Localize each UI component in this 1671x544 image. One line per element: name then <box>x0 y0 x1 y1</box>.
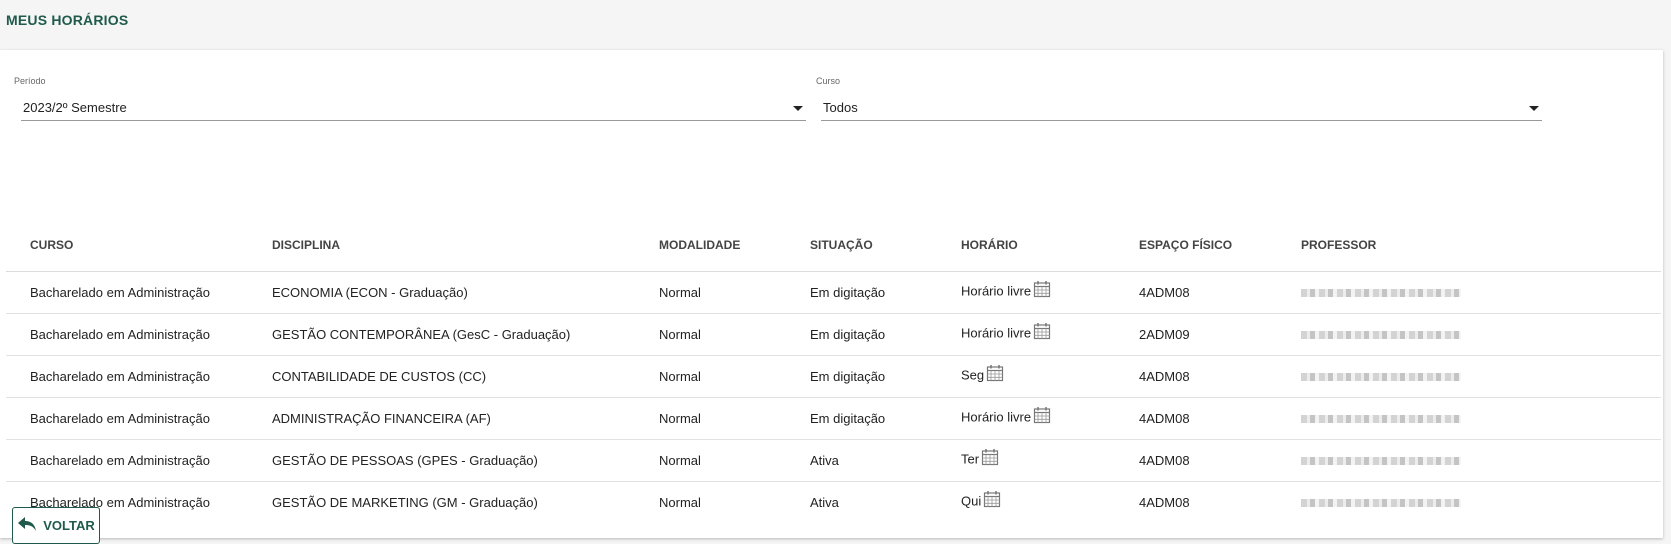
table-row: Bacharelado em Administração ECONOMIA (EC… <box>6 271 1661 314</box>
cell-disciplina: GESTÃO CONTEMPORÂNEA (GesC - Graduação) <box>248 313 635 356</box>
cell-professor <box>1277 271 1661 314</box>
calendar-icon[interactable] <box>1033 322 1051 343</box>
cell-modalidade: Normal <box>635 397 786 440</box>
cell-modalidade: Normal <box>635 271 786 314</box>
cell-espaco-fisico: 4ADM08 <box>1115 397 1277 440</box>
horario-text: Ter <box>961 451 980 467</box>
cell-curso: Bacharelado em Administração <box>6 313 248 356</box>
cell-situacao: Em digitação <box>786 313 937 356</box>
cell-professor <box>1277 439 1661 482</box>
cell-espaco-fisico: 4ADM08 <box>1139 494 1190 510</box>
cell-disciplina: GESTÃO DE MARKETING (GM - Graduação) <box>272 494 538 510</box>
cell-horario: Horário livre <box>937 313 1115 356</box>
table-row: Bacharelado em Administração ADMINISTRAÇÃ… <box>6 397 1661 440</box>
undo-arrow-icon <box>17 516 37 535</box>
cell-modalidade: Normal <box>659 494 701 510</box>
cell-espaco-fisico: 4ADM08 <box>1115 439 1277 482</box>
schedule-card: Período 2023/2º Semestre Curso Todos CUR… <box>0 50 1663 544</box>
curso-field[interactable]: Curso Todos <box>816 76 1542 121</box>
caret-down-icon[interactable] <box>793 106 803 111</box>
calendar-icon[interactable] <box>981 448 999 469</box>
cell-disciplina: CONTABILIDADE DE CUSTOS (CC) <box>248 355 635 398</box>
cell-professor <box>1277 481 1661 523</box>
cell-modalidade: Normal <box>635 355 786 398</box>
page-title: MEUS HORÁRIOS <box>6 12 129 28</box>
cell-curso: Bacharelado em Administração <box>6 355 248 398</box>
header-modalidade: MODALIDADE <box>635 219 786 272</box>
cell-situacao: Em digitação <box>786 271 937 314</box>
cell-espaco-fisico: 4ADM08 <box>1115 271 1277 314</box>
curso-value: Todos <box>823 100 858 115</box>
header-disciplina: DISCIPLINA <box>248 219 635 272</box>
back-label: VOLTAR <box>43 518 95 533</box>
redacted-professor-name <box>1301 330 1461 339</box>
curso-select[interactable]: Todos <box>821 98 1542 121</box>
calendar-icon[interactable] <box>986 364 1004 385</box>
filters-bar: Período 2023/2º Semestre Curso Todos <box>0 50 1663 200</box>
redacted-professor-name <box>1301 456 1461 465</box>
cell-professor <box>1277 313 1661 356</box>
header-espaco-fisico: ESPAÇO FÍSICO <box>1115 219 1277 272</box>
cell-situacao: Em digitação <box>786 355 937 398</box>
calendar-icon[interactable] <box>983 490 1001 511</box>
cell-horario: Seg <box>937 355 1115 398</box>
horario-text: Horário livre <box>961 409 1032 425</box>
table-row: Bacharelado em Administração GESTÃO DE PE… <box>6 439 1661 482</box>
cell-horario: Horário livre <box>937 397 1115 440</box>
periodo-value: 2023/2º Semestre <box>23 100 127 115</box>
periodo-field[interactable]: Período 2023/2º Semestre <box>14 76 806 121</box>
calendar-icon[interactable] <box>1033 406 1051 427</box>
curso-label: Curso <box>816 76 841 86</box>
table-row: Bacharelado em Administração CONTABILIDAD… <box>6 355 1661 398</box>
cell-horario: Qui <box>937 481 1115 523</box>
cell-disciplina: ECONOMIA (ECON - Graduação) <box>248 271 635 314</box>
header-horario: HORÁRIO <box>937 219 1115 272</box>
redacted-professor-name <box>1301 372 1461 381</box>
horario-text: Seg <box>961 367 985 383</box>
table-row: Bacharelado em Administração GESTÃO CONTE… <box>6 313 1661 356</box>
header-curso: CURSO <box>6 219 248 272</box>
cell-modalidade: Normal <box>635 313 786 356</box>
cell-professor <box>1277 355 1661 398</box>
back-button[interactable]: VOLTAR <box>12 507 100 544</box>
header-professor: PROFESSOR <box>1277 219 1661 272</box>
cell-curso: Bacharelado em Administração <box>6 271 248 314</box>
cell-horario: Ter <box>937 439 1115 482</box>
cell-professor <box>1277 397 1661 440</box>
page-header: MEUS HORÁRIOS <box>0 0 1671 50</box>
caret-down-icon[interactable] <box>1529 106 1539 111</box>
cell-espaco-fisico: 2ADM09 <box>1115 313 1277 356</box>
cell-curso: Bacharelado em Administração <box>6 439 248 482</box>
cell-modalidade: Normal <box>635 439 786 482</box>
cell-situacao: Ativa <box>786 439 937 482</box>
cell-disciplina: GESTÃO DE PESSOAS (GPES - Graduação) <box>248 439 635 482</box>
periodo-select[interactable]: 2023/2º Semestre <box>21 98 806 121</box>
redacted-professor-name <box>1301 414 1461 423</box>
cell-horario: Horário livre <box>937 271 1115 314</box>
cell-espaco-fisico: 4ADM08 <box>1115 355 1277 398</box>
table-body: Bacharelado em Administração ECONOMIA (EC… <box>6 271 1661 523</box>
table-header-row: CURSO DISCIPLINA MODALIDADE SITUAÇÃO HOR… <box>6 219 1661 272</box>
header-situacao: SITUAÇÃO <box>786 219 937 272</box>
schedule-table: CURSO DISCIPLINA MODALIDADE SITUAÇÃO HOR… <box>6 219 1661 523</box>
horario-text: Horário livre <box>961 283 1032 299</box>
cell-situacao: Em digitação <box>786 397 937 440</box>
table-row: Bacharelado em Administração GESTÃO DE MA… <box>6 481 1661 523</box>
redacted-professor-name <box>1301 288 1461 297</box>
cell-disciplina: ADMINISTRAÇÃO FINANCEIRA (AF) <box>248 397 635 440</box>
horario-text: Horário livre <box>961 325 1032 341</box>
cell-curso: Bacharelado em Administração <box>6 397 248 440</box>
calendar-icon[interactable] <box>1033 280 1051 301</box>
periodo-label: Período <box>14 76 46 86</box>
horario-text: Qui <box>961 493 982 509</box>
redacted-professor-name <box>1301 498 1461 507</box>
cell-situacao: Ativa <box>810 494 839 510</box>
